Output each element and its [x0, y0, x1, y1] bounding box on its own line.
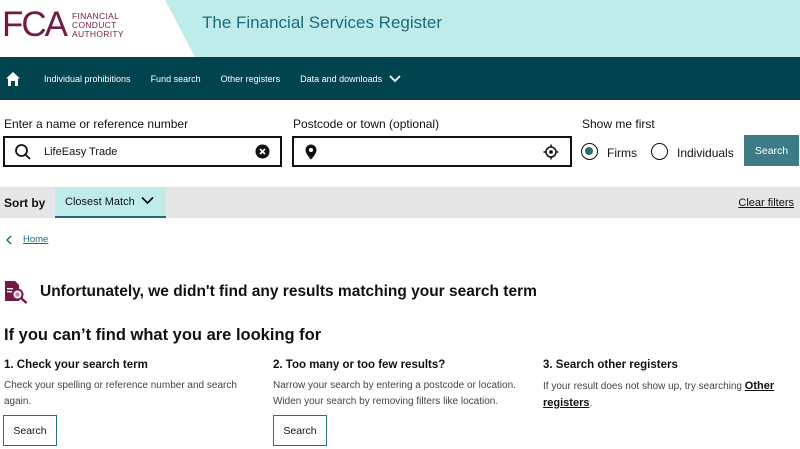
name-label: Enter a name or reference number: [4, 117, 189, 131]
help-heading: If you can’t find what you are looking f…: [4, 326, 322, 344]
show-me-first-label: Show me first: [582, 117, 655, 131]
site-header: FCA FINANCIAL CONDUCT AUTHORITY The Fina…: [0, 0, 800, 57]
tip-check-search-term: 1. Check your search term Check your spe…: [4, 359, 254, 410]
location-pin-icon: [305, 144, 317, 159]
nav-other-registers[interactable]: Other registers: [221, 74, 281, 84]
tip-title: 1. Check your search term: [4, 359, 148, 371]
logo-mark: FCA: [2, 5, 68, 44]
individuals-radio-label[interactable]: Individuals: [677, 146, 734, 160]
name-search-input[interactable]: LifeEasy Trade: [3, 136, 282, 167]
search-button[interactable]: Search: [744, 135, 799, 166]
no-results-message: Unfortunately, we didn't find any result…: [40, 283, 537, 300]
tip-text: If your result does not show up, try sea…: [543, 380, 775, 409]
chevron-down-icon: [141, 196, 154, 205]
chevron-down-icon: [389, 74, 401, 82]
postcode-input[interactable]: [292, 136, 572, 167]
firms-radio[interactable]: [581, 143, 598, 160]
tip-other-registers: 3. Search other registers If your result…: [543, 359, 793, 412]
tip-text: Narrow your search by entering a postcod…: [273, 380, 516, 407]
search-icon: [15, 143, 31, 160]
postcode-label: Postcode or town (optional): [293, 117, 440, 131]
clear-filters-link[interactable]: Clear filters: [738, 197, 794, 209]
name-search-value: LifeEasy Trade: [44, 145, 118, 158]
logo-text: FINANCIAL CONDUCT AUTHORITY: [72, 10, 124, 39]
tip-search-button-1[interactable]: Search: [3, 415, 57, 446]
tip-search-button-2[interactable]: Search: [273, 415, 327, 446]
sort-bar: Sort by Closest Match Clear filters: [0, 187, 800, 218]
clear-icon[interactable]: [255, 144, 270, 159]
tip-text: Check your spelling or reference number …: [4, 380, 237, 407]
sort-label: Sort by: [4, 196, 46, 210]
breadcrumb-home-link[interactable]: Home: [23, 234, 48, 245]
nav-data-and-downloads[interactable]: Data and downloads: [300, 74, 401, 84]
nav-individual-prohibitions[interactable]: Individual prohibitions: [44, 74, 131, 84]
tip-title: 3. Search other registers: [543, 359, 678, 371]
chevron-left-icon: [6, 235, 12, 244]
locate-me-icon[interactable]: [543, 144, 559, 160]
sort-selected-value: Closest Match: [65, 195, 135, 208]
individuals-radio[interactable]: [651, 143, 668, 160]
firms-radio-label[interactable]: Firms: [607, 146, 637, 160]
main-nav: Individual prohibitions Fund search Othe…: [0, 57, 800, 100]
fca-logo[interactable]: FCA FINANCIAL CONDUCT AUTHORITY: [2, 5, 124, 44]
breadcrumb: Home: [6, 234, 48, 245]
no-results-banner: Unfortunately, we didn't find any result…: [4, 280, 537, 304]
document-search-icon: [5, 281, 28, 304]
sort-select[interactable]: Closest Match: [55, 187, 166, 218]
page-title: The Financial Services Register: [202, 13, 442, 32]
tip-title: 2. Too many or too few results?: [273, 359, 446, 371]
nav-fund-search[interactable]: Fund search: [151, 74, 201, 84]
tip-too-many-results: 2. Too many or too few results? Narrow y…: [273, 359, 525, 410]
home-icon[interactable]: [2, 68, 24, 90]
